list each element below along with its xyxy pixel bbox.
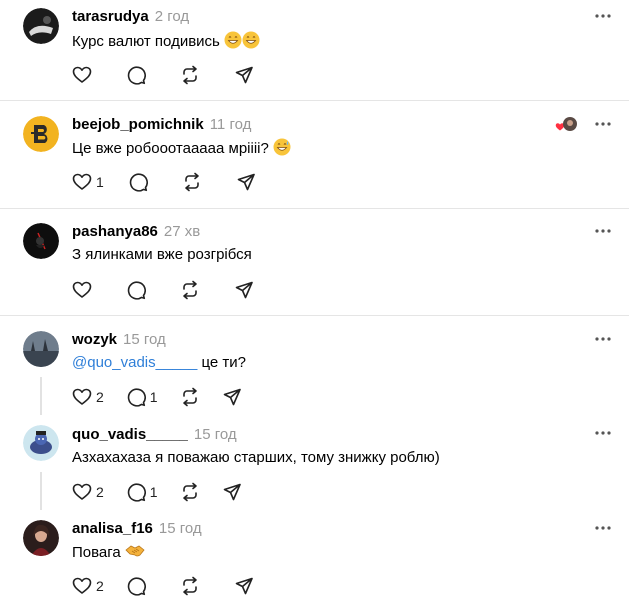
like-button[interactable] xyxy=(72,280,92,300)
share-button[interactable] xyxy=(234,576,254,596)
comment-icon xyxy=(129,173,148,192)
liked-by-author-indicator xyxy=(555,116,577,134)
share-button[interactable] xyxy=(236,172,256,192)
username[interactable]: tarasrudya xyxy=(72,8,149,25)
share-button[interactable] xyxy=(234,280,254,300)
comment-icon xyxy=(127,577,146,596)
post-text: Повага xyxy=(72,544,121,561)
heart-icon xyxy=(72,173,92,190)
share-icon xyxy=(235,281,253,299)
timestamp: 15 год xyxy=(123,331,166,348)
comment-icon xyxy=(127,483,146,502)
repost-icon xyxy=(183,65,197,85)
post-text: З ялинками вже розгрібся xyxy=(72,246,252,263)
timestamp: 11 год xyxy=(209,116,252,133)
avatar[interactable] xyxy=(23,331,59,367)
like-button[interactable]: 2 xyxy=(72,482,104,502)
repost-icon xyxy=(183,280,197,300)
repost-button[interactable] xyxy=(180,65,200,85)
post-text: Курс валют подивись xyxy=(72,33,220,50)
avatar[interactable] xyxy=(23,223,59,259)
heart-icon xyxy=(72,577,92,594)
heart-icon xyxy=(72,483,92,500)
heart-icon xyxy=(72,388,92,405)
avatar[interactable] xyxy=(23,8,59,44)
like-button[interactable]: 2 xyxy=(72,576,104,596)
more-icon[interactable] xyxy=(594,121,612,127)
repost-icon xyxy=(182,576,197,596)
username[interactable]: wozyk xyxy=(72,331,117,348)
more-icon[interactable] xyxy=(594,336,612,342)
more-icon[interactable] xyxy=(594,430,612,436)
comment-button[interactable]: 1 xyxy=(126,482,158,502)
like-button[interactable]: 2 xyxy=(72,387,104,407)
heart-icon xyxy=(72,66,92,83)
share-icon xyxy=(223,388,241,406)
repost-button[interactable] xyxy=(180,280,200,300)
repost-button[interactable] xyxy=(180,387,200,407)
username[interactable]: quo_vadis_____ xyxy=(72,426,188,443)
repost-button[interactable] xyxy=(180,482,200,502)
heart-icon xyxy=(72,281,92,298)
more-icon[interactable] xyxy=(594,525,612,531)
like-count: 2 xyxy=(96,389,104,405)
like-count: 2 xyxy=(96,484,104,500)
timestamp: 15 год xyxy=(193,426,237,443)
repost-button[interactable] xyxy=(180,576,200,596)
like-button[interactable]: 1 xyxy=(72,172,104,192)
mention-link[interactable]: @quo_vadis_____ xyxy=(72,354,197,371)
timestamp: 27 хв xyxy=(163,223,201,240)
share-icon xyxy=(235,577,253,595)
share-icon xyxy=(237,173,255,191)
sweat-smile-emoji-icon xyxy=(273,138,291,156)
repost-icon xyxy=(182,482,197,502)
reply-count: 1 xyxy=(149,484,158,500)
post-text: Це вже робооотааааа мріііі? xyxy=(72,140,269,157)
divider xyxy=(0,100,629,101)
like-count: 1 xyxy=(96,174,104,190)
share-button[interactable] xyxy=(222,387,242,407)
thread-line xyxy=(40,377,42,415)
avatar[interactable] xyxy=(23,520,59,556)
timestamp: 15 год xyxy=(158,520,202,537)
comment-button[interactable] xyxy=(128,172,148,192)
comment-button[interactable]: 1 xyxy=(126,387,158,407)
like-button[interactable] xyxy=(72,65,92,85)
grinning-emoji-icon xyxy=(242,31,260,49)
reply-count: 1 xyxy=(149,389,158,405)
small-avatar-icon xyxy=(563,117,577,131)
share-button[interactable] xyxy=(222,482,242,502)
comment-button[interactable] xyxy=(126,280,146,300)
share-icon xyxy=(235,66,253,84)
avatar[interactable] xyxy=(23,425,59,461)
username[interactable]: beejob_pomichnik xyxy=(72,116,204,133)
more-icon[interactable] xyxy=(594,13,612,19)
comment-button[interactable] xyxy=(126,576,146,596)
handshake-emoji-icon xyxy=(125,545,145,557)
share-icon xyxy=(223,483,241,501)
username[interactable]: pashanya86 xyxy=(72,223,158,240)
repost-icon xyxy=(182,387,197,407)
repost-button[interactable] xyxy=(182,172,202,192)
repost-icon xyxy=(184,172,199,192)
post-text: це ти? xyxy=(197,354,247,371)
divider xyxy=(0,208,629,209)
post-text: Азхахахаза я поважаю старших, тому знижк… xyxy=(72,449,440,466)
timestamp: 2 год xyxy=(154,8,190,25)
thread-line xyxy=(40,472,42,510)
share-button[interactable] xyxy=(234,65,254,85)
comment-button[interactable] xyxy=(126,65,146,85)
like-count: 2 xyxy=(96,578,104,594)
more-icon[interactable] xyxy=(594,228,612,234)
comment-icon xyxy=(127,281,146,300)
divider xyxy=(0,315,629,316)
comment-icon xyxy=(127,66,146,85)
avatar[interactable] xyxy=(23,116,59,152)
comment-icon xyxy=(127,388,146,407)
username[interactable]: analisa_f16 xyxy=(72,520,153,537)
grinning-emoji-icon xyxy=(224,31,242,49)
